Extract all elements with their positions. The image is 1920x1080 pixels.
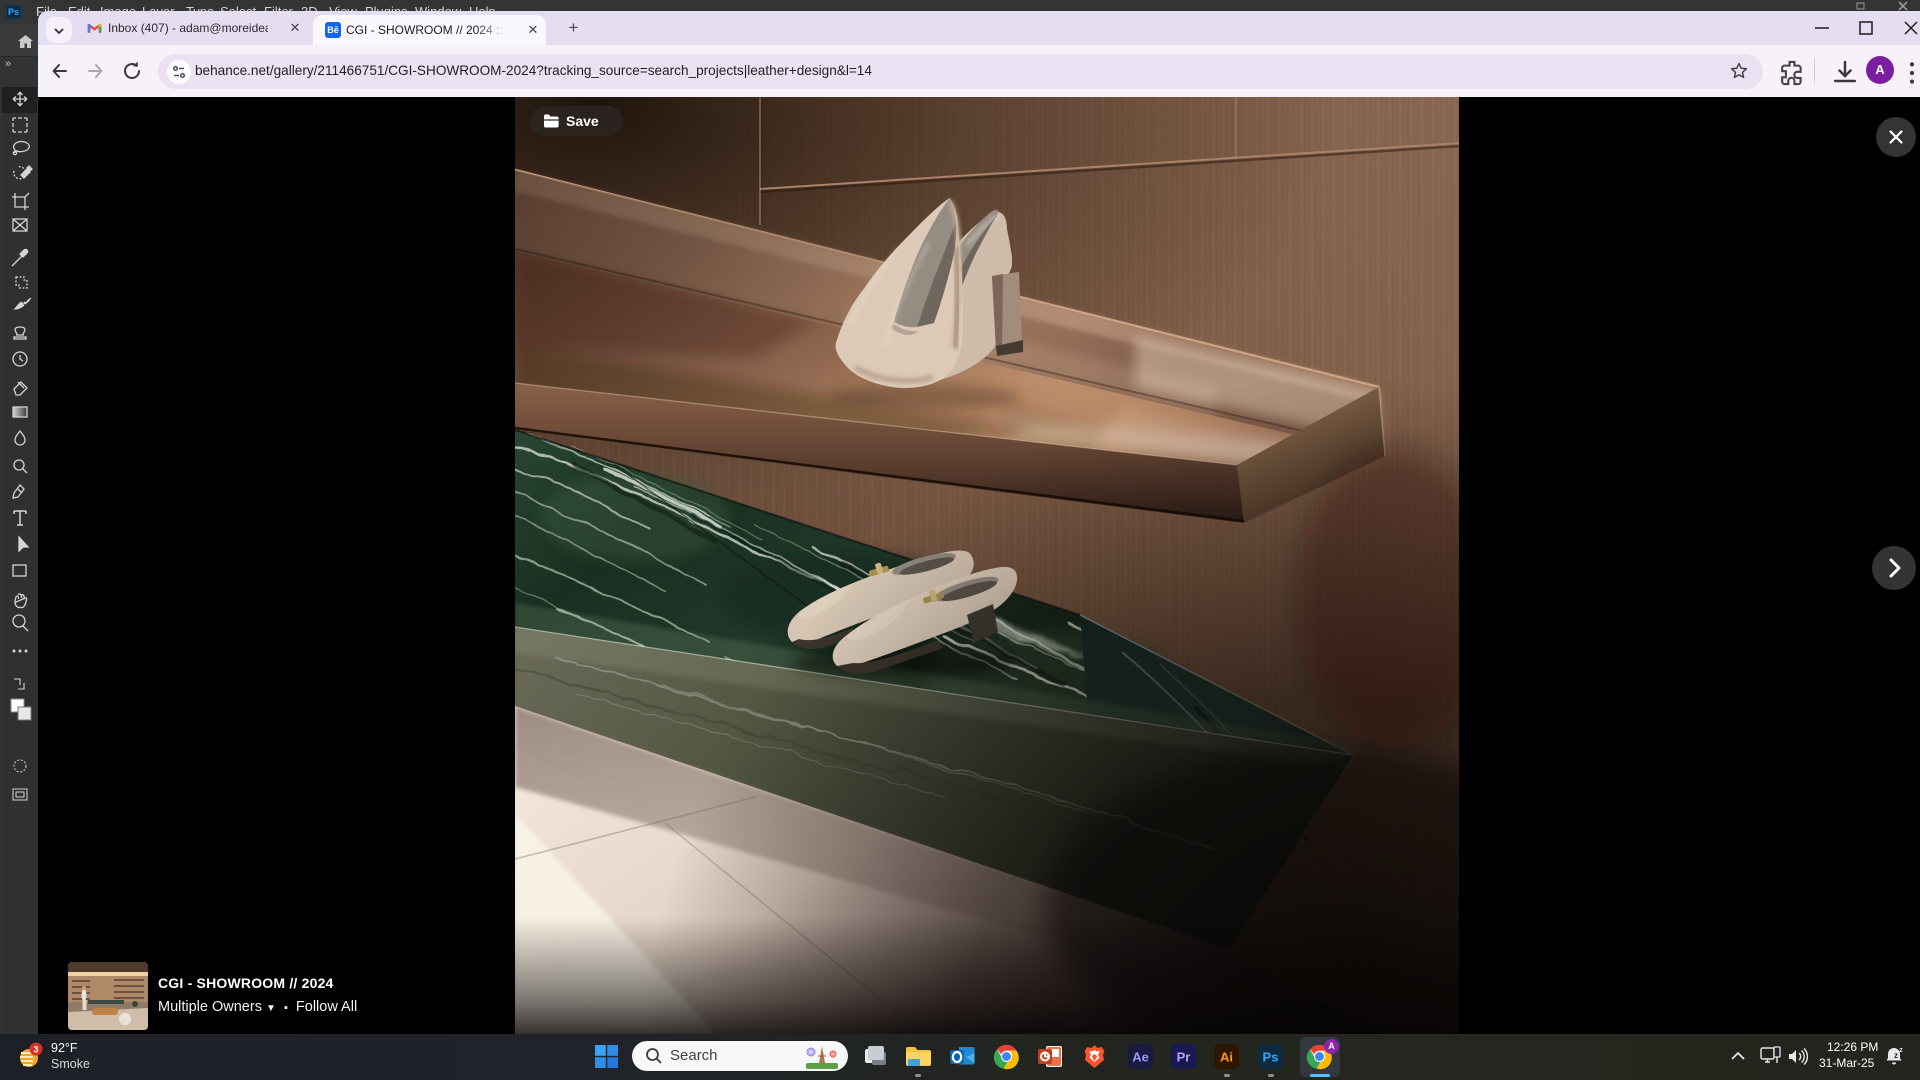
- svg-text:Pr: Pr: [1177, 1050, 1191, 1065]
- svg-text:z: z: [1894, 1051, 1898, 1060]
- svg-text:z: z: [1899, 1047, 1903, 1054]
- svg-text:Ps: Ps: [1263, 1050, 1279, 1065]
- svg-text:Ai: Ai: [1220, 1050, 1233, 1065]
- svg-text:3: 3: [33, 1045, 38, 1055]
- svg-text:Ae: Ae: [1132, 1050, 1149, 1065]
